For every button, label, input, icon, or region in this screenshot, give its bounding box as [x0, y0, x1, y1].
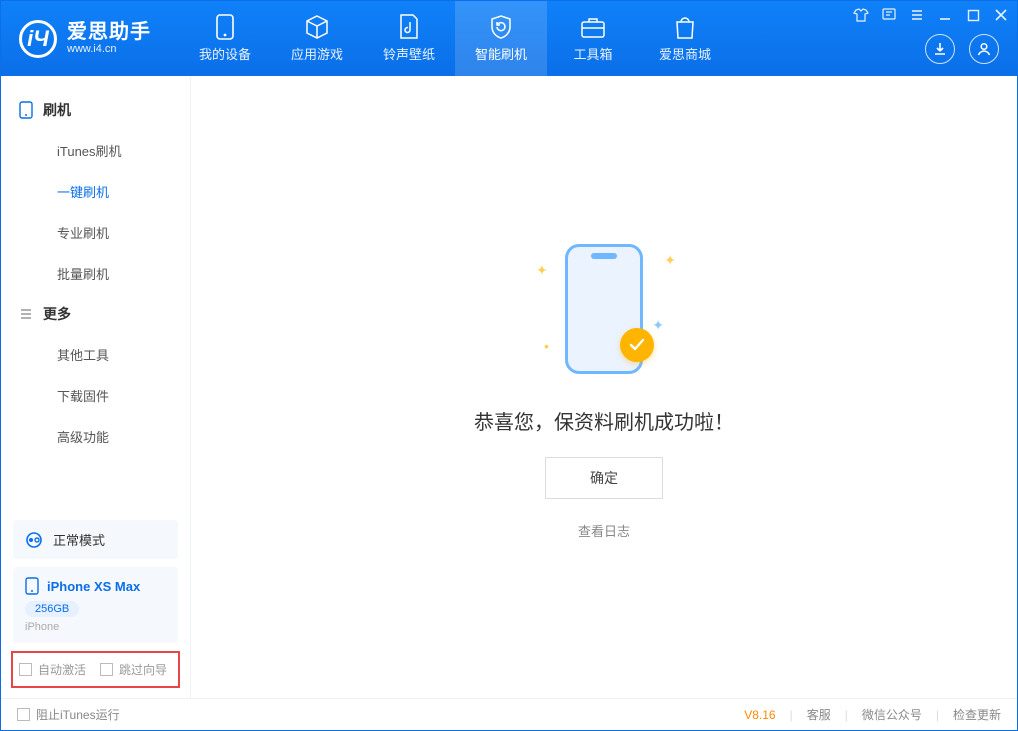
sidebar-item-advanced[interactable]: 高级功能 [1, 416, 190, 457]
checkbox-skip-guide[interactable]: 跳过向导 [100, 661, 167, 678]
download-button[interactable] [925, 34, 955, 64]
view-log-link[interactable]: 查看日志 [578, 521, 630, 540]
sidebar-group-more: 更多 [1, 294, 190, 334]
shield-refresh-icon [488, 14, 514, 40]
checkbox-auto-activate[interactable]: 自动激活 [19, 661, 86, 678]
device-mode-card[interactable]: 正常模式 [13, 520, 178, 559]
success-illustration: ✦ ✦ • ✦ [514, 234, 694, 384]
header-actions [925, 34, 999, 64]
success-message: 恭喜您，保资料刷机成功啦！ [474, 406, 734, 435]
check-badge-icon [620, 328, 654, 362]
sidebar-item-itunes-flash[interactable]: iTunes刷机 [1, 130, 190, 171]
phone-icon [19, 101, 33, 119]
device-icon [25, 577, 39, 595]
main-tabs: 我的设备 应用游戏 铃声壁纸 智能刷机 工具箱 爱思商城 [179, 1, 731, 76]
flash-options-highlight: 自动激活 跳过向导 [11, 651, 180, 688]
version-label: V8.16 [744, 708, 775, 722]
checkbox-block-itunes[interactable]: 阻止iTunes运行 [17, 706, 120, 723]
footer-link-service[interactable]: 客服 [807, 706, 831, 723]
tab-label: 我的设备 [199, 44, 251, 63]
sparkle-icon: ✦ [536, 262, 548, 279]
tab-my-device[interactable]: 我的设备 [179, 1, 271, 76]
app-header: iЧ 爱思助手 www.i4.cn 我的设备 应用游戏 铃声壁纸 智能刷机 工具… [1, 1, 1017, 76]
sidebar-group-flash: 刷机 [1, 90, 190, 130]
footer-link-wechat[interactable]: 微信公众号 [862, 706, 922, 723]
device-name: iPhone XS Max [47, 579, 140, 594]
tab-apps-games[interactable]: 应用游戏 [271, 1, 363, 76]
tab-toolbox[interactable]: 工具箱 [547, 1, 639, 76]
ok-button[interactable]: 确定 [545, 457, 663, 499]
user-button[interactable] [969, 34, 999, 64]
device-icon [212, 14, 238, 40]
tab-ringtones-wallpaper[interactable]: 铃声壁纸 [363, 1, 455, 76]
sparkle-icon: ✦ [652, 317, 664, 334]
maximize-button[interactable] [965, 7, 981, 23]
shopping-bag-icon [672, 14, 698, 40]
sidebar-item-other-tools[interactable]: 其他工具 [1, 334, 190, 375]
sidebar-item-batch-flash[interactable]: 批量刷机 [1, 253, 190, 294]
tab-label: 爱思商城 [659, 44, 711, 63]
device-type: iPhone [25, 621, 166, 633]
minimize-button[interactable] [937, 7, 953, 23]
window-controls [853, 7, 1009, 23]
tab-smart-flash[interactable]: 智能刷机 [455, 1, 547, 76]
device-capacity-badge: 256GB [25, 601, 79, 617]
device-card[interactable]: iPhone XS Max 256GB iPhone [13, 567, 178, 643]
sidebar: 刷机 iTunes刷机 一键刷机 专业刷机 批量刷机 更多 其他工具 下载固件 … [1, 76, 191, 698]
list-icon [19, 307, 33, 321]
tab-store[interactable]: 爱思商城 [639, 1, 731, 76]
sidebar-item-pro-flash[interactable]: 专业刷机 [1, 212, 190, 253]
group-title: 更多 [43, 304, 71, 324]
sparkle-icon: • [544, 338, 549, 354]
app-subtitle: www.i4.cn [67, 43, 151, 55]
close-button[interactable] [993, 7, 1009, 23]
footer-link-update[interactable]: 检查更新 [953, 706, 1001, 723]
tab-label: 应用游戏 [291, 44, 343, 63]
toolbox-icon [580, 14, 606, 40]
app-title: 爱思助手 [67, 21, 151, 43]
sparkle-icon: ✦ [664, 252, 676, 269]
logo: iЧ 爱思助手 www.i4.cn [1, 20, 169, 58]
sidebar-item-download-firmware[interactable]: 下载固件 [1, 375, 190, 416]
mode-label: 正常模式 [53, 530, 105, 549]
mode-icon [25, 531, 43, 549]
sidebar-item-onekey-flash[interactable]: 一键刷机 [1, 171, 190, 212]
feedback-icon[interactable] [881, 7, 897, 23]
tab-label: 工具箱 [573, 44, 612, 63]
menu-icon[interactable] [909, 7, 925, 23]
main-content: ✦ ✦ • ✦ 恭喜您，保资料刷机成功啦！ 确定 查看日志 [191, 76, 1017, 698]
status-bar: 阻止iTunes运行 V8.16 | 客服 | 微信公众号 | 检查更新 [1, 698, 1017, 730]
music-file-icon [396, 14, 422, 40]
tshirt-icon[interactable] [853, 7, 869, 23]
logo-icon: iЧ [19, 20, 57, 58]
tab-label: 智能刷机 [475, 44, 527, 63]
tab-label: 铃声壁纸 [383, 44, 435, 63]
group-title: 刷机 [43, 100, 71, 120]
cube-icon [304, 14, 330, 40]
